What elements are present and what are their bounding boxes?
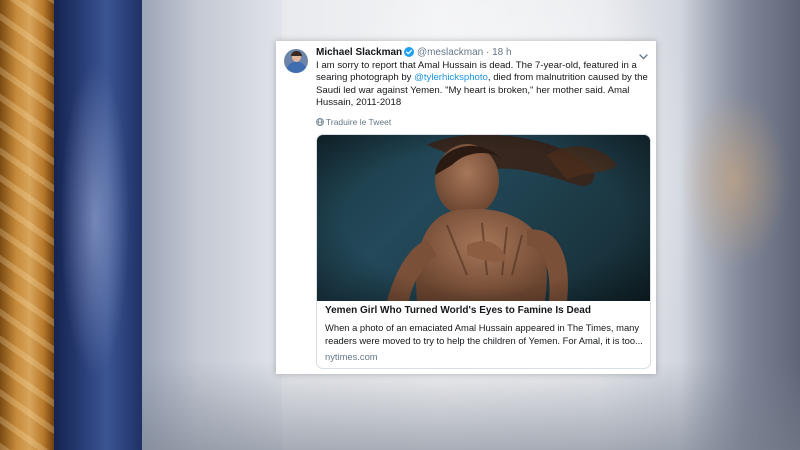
link-preview-card[interactable]: Yemen Girl Who Turned World's Eyes to Fa… xyxy=(316,134,651,369)
author-handle[interactable]: @meslackman xyxy=(417,47,483,58)
tweet-timestamp[interactable]: 18 h xyxy=(492,47,511,58)
article-photo[interactable] xyxy=(317,135,650,301)
mention-link[interactable]: @tylerhicksphoto xyxy=(414,72,488,83)
article-domain[interactable]: nytimes.com xyxy=(325,351,378,362)
blue-panel-glow xyxy=(60,60,130,380)
tweet-text-line: I am sorry to report that Amal Hussain i… xyxy=(316,60,637,71)
tweet-card[interactable]: Michael Slackman @meslackman · 18 h I am… xyxy=(276,41,656,374)
background-right-warm-light xyxy=(680,90,790,270)
avatar-body xyxy=(287,62,306,73)
tweet-text: I am sorry to report that Amal Hussain i… xyxy=(316,60,648,109)
article-description-line: readers were moved to try to help the ch… xyxy=(325,335,643,346)
article-title[interactable]: Yemen Girl Who Turned World's Eyes to Fa… xyxy=(325,305,591,316)
header-separator: · xyxy=(486,47,490,58)
orange-panel-stripes xyxy=(0,0,54,450)
tweet-text-line: searing photograph by @tylerhicksphoto, … xyxy=(316,72,648,84)
avatar[interactable] xyxy=(284,49,308,73)
avatar-hair xyxy=(291,51,302,56)
globe-icon xyxy=(316,117,326,127)
author-name[interactable]: Michael Slackman xyxy=(316,47,402,58)
tweet-text-line: Hussain, 2011-2018 xyxy=(316,96,402,108)
article-description-line: When a photo of an emaciated Amal Hussai… xyxy=(325,322,640,333)
tweet-header: Michael Slackman @meslackman · 18 h xyxy=(316,46,512,60)
article-description: When a photo of an emaciated Amal Hussai… xyxy=(325,321,643,347)
tweet-text-line: Saudi led war against Yemen. "My heart i… xyxy=(316,84,630,96)
translate-tweet-link[interactable]: Traduire le Tweet xyxy=(316,117,391,127)
